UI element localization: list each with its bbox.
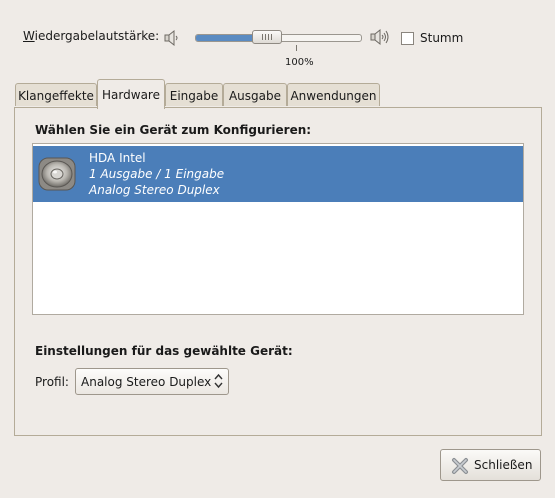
device-io: 1 Ausgabe / 1 Eingabe: [89, 167, 225, 181]
device-list[interactable]: HDA Intel 1 Ausgabe / 1 Eingabe Analog S…: [32, 143, 524, 315]
tab-anwendungen[interactable]: Anwendungen: [287, 83, 380, 106]
settings-heading: Einstellungen für das gewählte Gerät:: [35, 344, 293, 358]
close-button-label: Schließen: [474, 458, 533, 472]
mute-checkbox[interactable]: [401, 32, 414, 45]
volume-value: 100%: [285, 57, 314, 68]
mute-label[interactable]: Stumm: [420, 31, 463, 45]
speaker-low-icon[interactable]: [163, 29, 181, 47]
volume-label: Wiedergabelautstärke:: [23, 29, 160, 43]
device-profile: Analog Stereo Duplex: [89, 183, 220, 197]
speaker-icon: [38, 157, 76, 191]
device-row-hda-intel[interactable]: HDA Intel 1 Ausgabe / 1 Eingabe Analog S…: [33, 146, 523, 202]
volume-tick-mark: [296, 45, 297, 51]
speaker-high-icon[interactable]: [369, 28, 391, 46]
device-name: HDA Intel: [89, 151, 146, 165]
tab-ausgabe[interactable]: Ausgabe: [223, 83, 287, 106]
close-icon: [452, 458, 468, 474]
profile-select[interactable]: Analog Stereo Duplex: [75, 368, 229, 395]
profile-label: Profil:: [35, 375, 69, 389]
tab-eingabe[interactable]: Eingabe: [165, 83, 223, 106]
volume-slider-handle[interactable]: [252, 30, 282, 44]
profile-select-value: Analog Stereo Duplex: [81, 375, 212, 389]
tab-hardware[interactable]: Hardware: [97, 79, 165, 109]
close-button[interactable]: Schließen: [440, 449, 541, 481]
device-list-heading: Wählen Sie ein Gerät zum Konfigurieren:: [35, 123, 312, 137]
select-arrows-icon: [214, 373, 223, 389]
volume-label-rest: iedergabelautstärke:: [34, 29, 160, 43]
tab-klangeffekte[interactable]: Klangeffekte: [15, 83, 97, 106]
